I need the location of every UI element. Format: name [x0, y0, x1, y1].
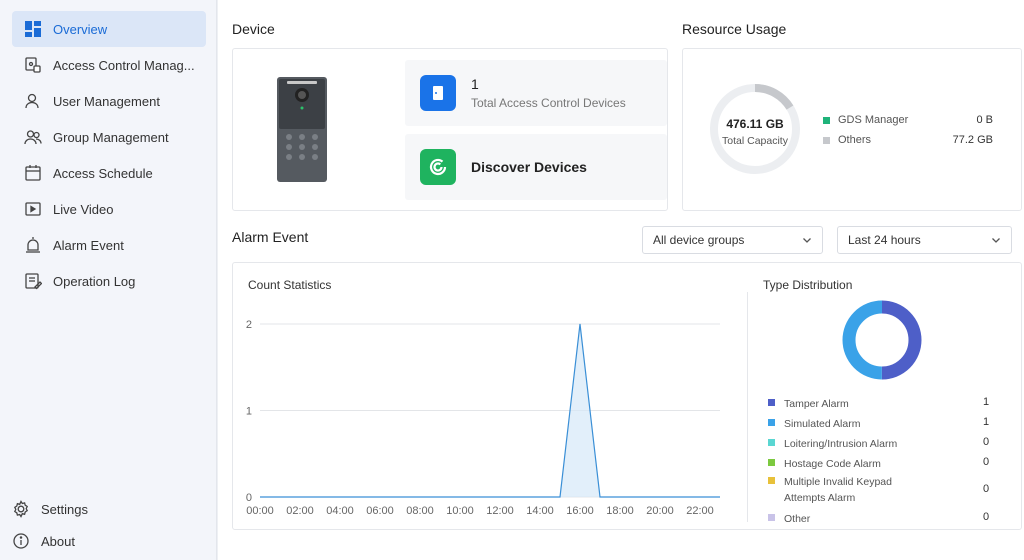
- resource-card: 476.11 GB Total Capacity GDS Manager 0 B…: [682, 48, 1022, 211]
- legend-label: GDS Manager: [838, 114, 909, 126]
- settings-button[interactable]: Settings: [12, 495, 88, 523]
- type-legend-label: Loitering/Intrusion Alarm: [784, 438, 898, 450]
- sidebar-item-operation-log[interactable]: Operation Log: [12, 263, 206, 299]
- sidebar-item-access-control[interactable]: Access Control Manag...: [12, 47, 206, 83]
- legend-label: Others: [838, 134, 872, 146]
- legend-swatch: [823, 116, 830, 124]
- sidebar-item-label: Live Video: [53, 201, 114, 217]
- legend-swatch: [768, 399, 775, 406]
- group-icon: [24, 128, 42, 146]
- calendar-icon: [24, 164, 42, 182]
- time-range-select[interactable]: Last 24 hours: [837, 226, 1012, 254]
- type-legend-value: 1: [983, 416, 990, 428]
- type-legend-row: Loitering/Intrusion Alarm: [768, 436, 998, 452]
- device-group-select[interactable]: All device groups: [642, 226, 823, 254]
- chevron-down-icon: [803, 238, 811, 243]
- sidebar-item-overview[interactable]: Overview: [12, 11, 206, 47]
- sidebar-item-access-schedule[interactable]: Access Schedule: [12, 155, 206, 191]
- device-group-value: All device groups: [653, 233, 745, 247]
- sidebar-item-label: Operation Log: [53, 273, 136, 289]
- resource-title: Resource Usage: [682, 21, 787, 37]
- discover-devices-button[interactable]: Discover Devices: [405, 134, 667, 200]
- type-legend-label: Multiple Invalid Keypad Attempts Alarm: [784, 476, 892, 504]
- total-devices-label: Total Access Control Devices: [471, 96, 626, 110]
- type-legend-label: Tamper Alarm: [784, 398, 849, 410]
- gear-icon: [12, 500, 30, 518]
- about-label: About: [41, 533, 75, 549]
- settings-label: Settings: [41, 501, 88, 517]
- legend-swatch: [768, 514, 775, 521]
- sidebar-item-live-video[interactable]: Live Video: [12, 191, 206, 227]
- main-content: Device 1 Total Access Control Devices Di…: [218, 0, 1024, 560]
- sidebar-item-user-management[interactable]: User Management: [12, 83, 206, 119]
- type-distribution-donut: [842, 300, 922, 380]
- access-control-icon: [24, 56, 42, 74]
- discover-devices-label: Discover Devices: [471, 159, 587, 175]
- type-legend-row: Other: [768, 511, 998, 527]
- sidebar-item-label: Alarm Event: [53, 237, 124, 253]
- sidebar-item-label: Group Management: [53, 129, 169, 145]
- type-legend-row: Tamper Alarm: [768, 396, 998, 412]
- type-legend-value: 1: [983, 396, 990, 408]
- legend-swatch: [823, 136, 830, 144]
- capacity-value: 476.11 GB: [726, 117, 784, 131]
- legend-swatch: [768, 439, 775, 446]
- type-legend-value: 0: [983, 436, 990, 448]
- video-icon: [24, 200, 42, 218]
- sidebar: Overview Access Control Manag... User Ma…: [0, 0, 217, 560]
- count-statistics-title: Count Statistics: [248, 278, 332, 292]
- user-icon: [24, 92, 42, 110]
- type-legend-label: Other: [784, 513, 811, 525]
- sidebar-item-label: User Management: [53, 93, 160, 109]
- log-icon: [24, 272, 42, 290]
- type-legend-value: 0: [983, 511, 990, 523]
- discover-icon: [420, 149, 456, 185]
- device-card: 1 Total Access Control Devices Discover …: [232, 48, 668, 211]
- type-legend-label: Simulated Alarm: [784, 418, 861, 430]
- door-icon: [420, 75, 456, 111]
- legend-swatch: [768, 419, 775, 426]
- legend-value: 0 B: [976, 114, 993, 126]
- sidebar-item-group-management[interactable]: Group Management: [12, 119, 206, 155]
- sidebar-item-alarm-event[interactable]: Alarm Event: [12, 227, 206, 263]
- legend-gds-manager: GDS Manager: [823, 114, 908, 126]
- about-button[interactable]: About: [12, 527, 75, 555]
- total-devices-tile[interactable]: 1 Total Access Control Devices: [405, 60, 667, 126]
- type-legend-value: 0: [983, 483, 990, 495]
- sidebar-item-label: Access Schedule: [53, 165, 153, 181]
- info-icon: [12, 532, 30, 550]
- type-legend-row: Multiple Invalid Keypad Attempts Alarm: [768, 474, 998, 506]
- time-range-value: Last 24 hours: [848, 233, 921, 247]
- legend-swatch: [768, 477, 775, 484]
- sidebar-item-label: Overview: [53, 21, 108, 37]
- type-legend-row: Hostage Code Alarm: [768, 456, 998, 472]
- type-distribution-title: Type Distribution: [763, 278, 853, 292]
- legend-others: Others: [823, 134, 871, 146]
- device-image: [277, 77, 327, 182]
- type-legend-row: Simulated Alarm: [768, 416, 998, 432]
- chevron-down-icon: [992, 238, 1000, 243]
- type-legend-label: Hostage Code Alarm: [784, 458, 881, 470]
- legend-value: 77.2 GB: [952, 134, 993, 146]
- legend-swatch: [768, 459, 775, 466]
- divider: [747, 292, 748, 522]
- alarm-icon: [24, 236, 42, 254]
- dashboard-icon: [24, 20, 42, 38]
- sidebar-item-label: Access Control Manag...: [53, 57, 195, 73]
- device-title: Device: [232, 21, 275, 37]
- type-legend-value: 0: [983, 456, 990, 468]
- alarm-title: Alarm Event: [232, 229, 309, 245]
- total-devices-count: 1: [471, 76, 479, 92]
- capacity-label: Total Capacity: [722, 135, 788, 147]
